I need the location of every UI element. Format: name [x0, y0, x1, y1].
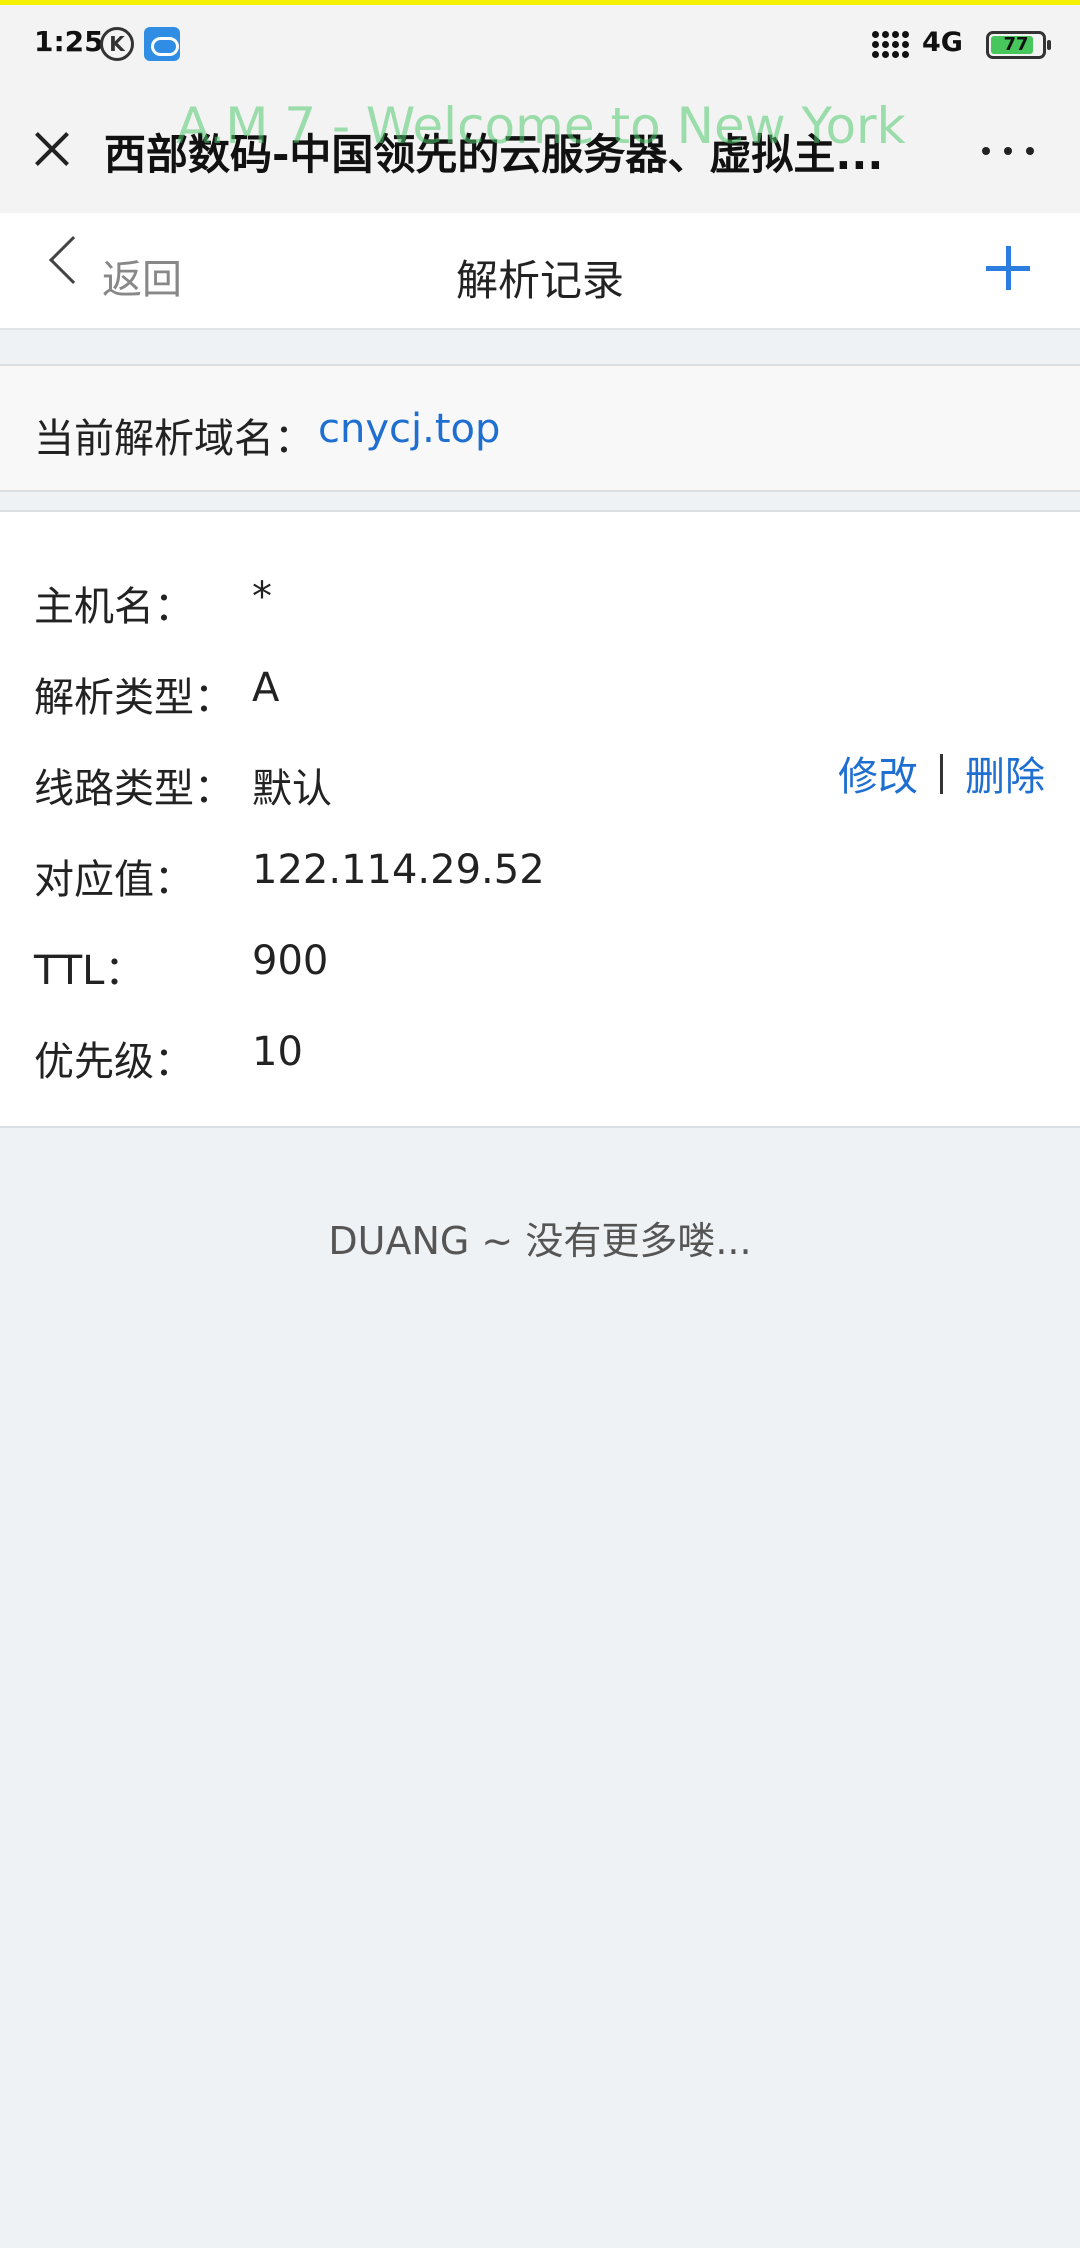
status-time: 1:25 — [34, 25, 104, 58]
cloud-app-icon — [144, 27, 180, 61]
ttl-value: 900 — [252, 938, 329, 984]
browser-title-bar: 西部数码-中国领先的云服务器、虚拟主... A.M 7 - Welcome to… — [0, 85, 1080, 213]
add-record-plus-icon[interactable] — [986, 246, 1030, 290]
priority-value: 10 — [252, 1029, 303, 1075]
record-row-priority: 优先级： 10 — [0, 1029, 1080, 1089]
watermark-overlay: A.M 7 - Welcome to New York — [176, 97, 906, 155]
value-value: 122.114.29.52 — [252, 847, 545, 893]
record-actions: 修改 删除 — [838, 744, 1045, 802]
record-row-value: 对应值： 122.114.29.52 — [0, 847, 1080, 907]
signal-icon — [872, 31, 912, 61]
action-divider — [940, 754, 943, 794]
no-more-message: DUANG ~ 没有更多喽... — [328, 1219, 752, 1263]
record-row-host: 主机名： * — [0, 574, 1080, 634]
delete-button[interactable]: 删除 — [965, 754, 1045, 800]
priority-label: 优先级： — [34, 1039, 194, 1085]
record-row-ttl: TTL： 900 — [0, 938, 1080, 998]
line-value: 默认 — [252, 766, 332, 812]
record-row-type: 解析类型： A — [0, 665, 1080, 725]
dns-record-card: 主机名： * 解析类型： A 线路类型： 默认 对应值： 122.114.29.… — [0, 510, 1080, 1128]
battery-icon: 77 — [986, 31, 1051, 59]
status-bar: 1:25 K 4G 77 — [0, 5, 1080, 85]
domain-label: 当前解析域名： — [34, 416, 314, 462]
nav-header: 返回 解析记录 — [0, 213, 1080, 330]
ttl-label: TTL： — [34, 948, 145, 994]
host-label: 主机名： — [34, 584, 194, 630]
line-label: 线路类型： — [34, 766, 234, 812]
current-domain-row: 当前解析域名： cnycj.top — [0, 364, 1080, 492]
edit-button[interactable]: 修改 — [838, 754, 918, 800]
nav-title: 解析记录 — [455, 256, 624, 305]
type-value: A — [252, 665, 280, 711]
host-value: * — [252, 574, 272, 620]
close-icon[interactable] — [32, 129, 72, 169]
network-type: 4G — [922, 27, 963, 58]
domain-link[interactable]: cnycj.top — [318, 406, 500, 452]
type-label: 解析类型： — [34, 675, 234, 721]
value-label: 对应值： — [34, 857, 194, 903]
battery-level: 77 — [1003, 34, 1029, 55]
k-app-icon: K — [100, 27, 134, 61]
more-options-icon[interactable] — [982, 147, 1034, 157]
